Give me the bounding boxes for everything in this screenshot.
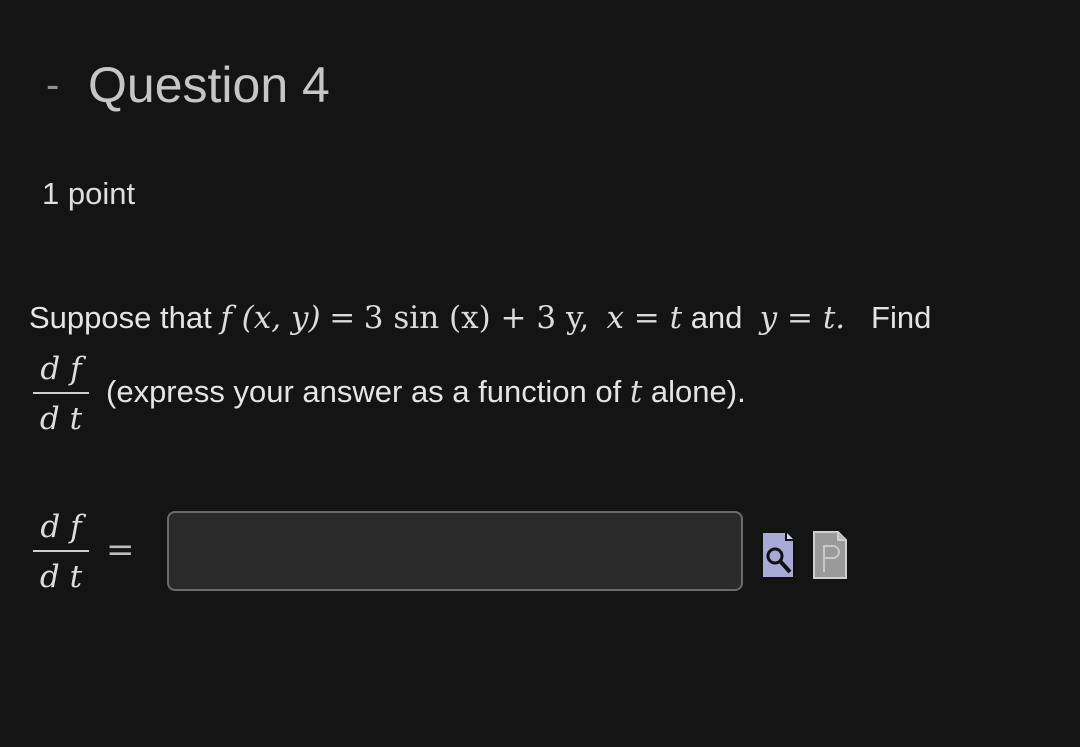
question-title: Question 4 (88, 57, 330, 113)
prompt-lead: Suppose that (29, 300, 212, 335)
fraction-bar (33, 550, 89, 552)
preview-answer-icon[interactable] (760, 530, 796, 580)
derivative-fraction-answer: d f d t (33, 508, 89, 596)
fraction-denominator: d t (39, 401, 83, 437)
fraction-denominator: d t (39, 559, 83, 595)
equation-editor-icon[interactable] (812, 530, 848, 580)
fraction-numerator: d f (40, 351, 82, 387)
prompt-instruction: (express your answer as a function of t … (106, 374, 746, 410)
answer-equals-sign: = (106, 530, 135, 570)
derivative-fraction-prompt: d f d t (33, 350, 89, 438)
fraction-bar (33, 392, 89, 394)
function-name: f (x, y) (220, 300, 321, 336)
question-prompt: Suppose that f (x, y) = 3 sin (x) + 3 y,… (29, 300, 931, 336)
variable-t: t (629, 374, 643, 410)
find-word: Find (871, 300, 932, 335)
x-substitution: x = t (606, 300, 683, 336)
and-word: and (690, 300, 743, 335)
equals-sign: = (329, 300, 356, 336)
y-substitution: y = t. (759, 300, 846, 336)
collapse-toggle[interactable]: - (46, 60, 59, 110)
answer-input[interactable] (167, 511, 743, 591)
function-expression: 3 sin (x) + 3 y, (363, 300, 590, 336)
fraction-numerator: d f (40, 509, 82, 545)
points-label: 1 point (42, 176, 136, 211)
